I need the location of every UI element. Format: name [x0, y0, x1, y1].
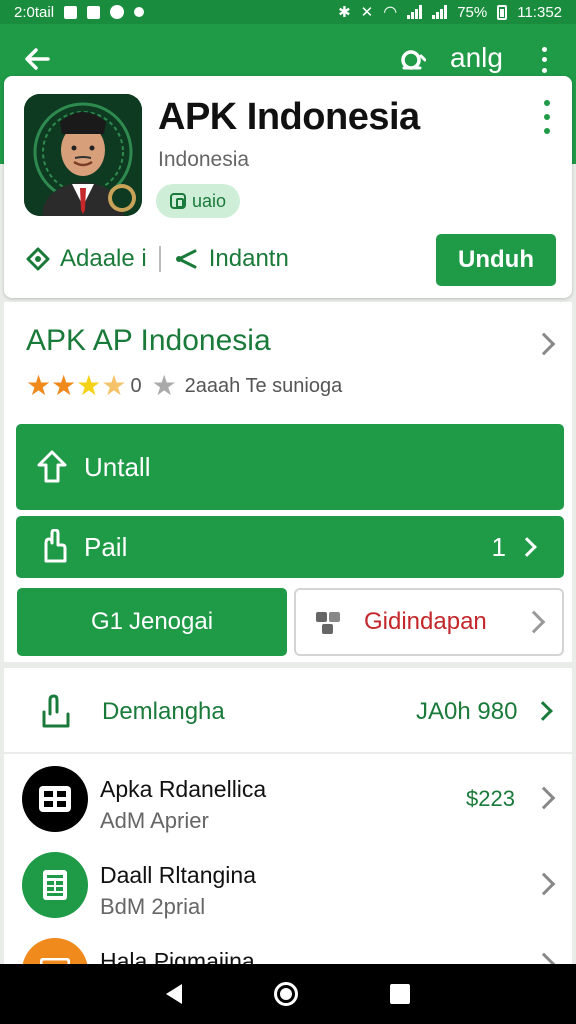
- status-left: 2:0tail: [14, 3, 145, 21]
- app-info-card: APK AP Indonesia ★ ★ ★ ★ 0 ★ 2aaah Te su…: [4, 302, 572, 662]
- status-bar: 2:0tail ✱ ✕ ◠ 75% 11:352: [0, 0, 576, 24]
- install-label: Untall: [84, 451, 151, 482]
- jenogai-button[interactable]: G1 Jenogai: [17, 588, 287, 656]
- info-chevron-icon[interactable]: [532, 332, 556, 356]
- star-icon: ★: [26, 370, 52, 401]
- nav-recents-icon[interactable]: [390, 984, 410, 1004]
- rating-count: 0: [130, 374, 142, 397]
- status-carrier: 2:0tail: [14, 3, 55, 21]
- hand-icon: [44, 529, 67, 563]
- notification-icon: [64, 5, 78, 19]
- app-header-card: APK Indonesia Indonesia uaio Adaale i In…: [4, 76, 572, 298]
- app-logo: [24, 94, 142, 216]
- card-menu-icon[interactable]: [540, 100, 554, 134]
- share-icon: [175, 249, 197, 269]
- meta-left[interactable]: Adaale i: [24, 245, 147, 273]
- back-arrow-icon[interactable]: [22, 44, 52, 74]
- status-right: ✱ ✕ ◠ 75% 11:352: [338, 2, 562, 22]
- list-item-subtitle: AdM Aprier: [100, 808, 209, 833]
- install-button[interactable]: Untall: [16, 424, 564, 510]
- app-subtitle: Indonesia: [158, 148, 250, 171]
- download-row-value: JA0h 980: [416, 698, 518, 725]
- list-item[interactable]: Apka Rdanellica AdM Aprier $223: [4, 754, 572, 840]
- app-bar-action[interactable]: anlg: [450, 42, 503, 74]
- info-title[interactable]: APK AP Indonesia: [26, 324, 271, 358]
- download-hand-icon: [42, 694, 70, 728]
- grid-icon: [39, 786, 71, 812]
- clock: 11:352: [517, 3, 562, 21]
- download-button[interactable]: Unduh: [436, 234, 556, 286]
- system-nav-bar: [0, 964, 576, 1024]
- meta-left-label: Adaale i: [60, 245, 147, 272]
- tools-icon: [316, 612, 340, 634]
- rating-row: ★ ★ ★ ★ 0 ★ 2aaah Te sunioga: [26, 372, 342, 400]
- star-icon: ★: [51, 370, 77, 401]
- jenogai-prefix: G1: [90, 608, 123, 635]
- dot-icon: [134, 7, 145, 17]
- list-item-price: $223: [466, 786, 515, 811]
- overflow-menu-icon[interactable]: [532, 44, 556, 76]
- record-icon: [110, 5, 125, 19]
- sheet-icon: [43, 870, 67, 900]
- list-item-chevron-icon: [532, 786, 556, 810]
- wifi-icon: ◠: [383, 4, 398, 21]
- badge-icon: [170, 193, 186, 209]
- signal-2-icon: [432, 5, 448, 19]
- star-half-icon: ★: [101, 370, 127, 401]
- app-badge: uaio: [156, 184, 241, 218]
- nav-back-icon[interactable]: [166, 984, 182, 1004]
- meta-row: Adaale i Indantn: [24, 242, 289, 276]
- download-row-chevron-icon: [533, 701, 553, 721]
- gidindapan-label: Gidindapan: [364, 608, 487, 635]
- list-item-avatar: [22, 852, 88, 918]
- star-icon: ★: [76, 370, 102, 401]
- pail-label: Pail: [84, 531, 128, 562]
- tag-icon: [26, 247, 50, 271]
- list-item-avatar: [22, 938, 88, 966]
- battery-icon: [497, 4, 508, 20]
- list-item-subtitle: BdM 2prial: [100, 894, 206, 919]
- related-apps-list: Apka Rdanellica AdM Aprier $223 Daall Rl…: [4, 754, 572, 966]
- list-item-avatar: [22, 766, 88, 832]
- pail-chevron-icon: [517, 537, 537, 557]
- pail-count: 1: [491, 531, 506, 562]
- list-item[interactable]: Daall Rltangina BdM 2prial: [4, 840, 572, 926]
- signal-icon: [407, 5, 423, 19]
- rating-text: 2aaah Te sunioga: [184, 374, 343, 397]
- app-title: APK Indonesia: [158, 96, 420, 138]
- battery-percent: 75%: [457, 3, 488, 21]
- notification-bell-icon[interactable]: [398, 46, 427, 74]
- pail-button[interactable]: Pail 1: [16, 516, 564, 578]
- download-row[interactable]: Demlangha JA0h 980: [4, 668, 572, 752]
- jenogai-label: Jenogai: [128, 608, 214, 635]
- star-empty-icon: ★: [151, 370, 177, 401]
- list-item-chevron-icon: [532, 872, 556, 896]
- meta-right-label: Indantn: [208, 245, 289, 272]
- download-row-label: Demlangha: [102, 698, 225, 725]
- gidindapan-chevron-icon: [522, 610, 546, 634]
- install-icon: [37, 450, 67, 483]
- gidindapan-button[interactable]: Gidindapan: [294, 588, 564, 656]
- image-icon: [87, 5, 101, 19]
- meta-right[interactable]: Indantn: [173, 245, 289, 273]
- mute-icon: ✕: [360, 4, 374, 21]
- badge-label: uaio: [192, 190, 227, 211]
- bluetooth-icon: ✱: [338, 4, 351, 21]
- list-item-title: Daall Rltangina: [100, 862, 256, 888]
- list-item-title: Apka Rdanellica: [100, 776, 267, 802]
- list-item[interactable]: Hala Pigmaiina: [4, 926, 572, 966]
- nav-home-icon[interactable]: [274, 982, 298, 1006]
- meta-separator: [158, 246, 161, 272]
